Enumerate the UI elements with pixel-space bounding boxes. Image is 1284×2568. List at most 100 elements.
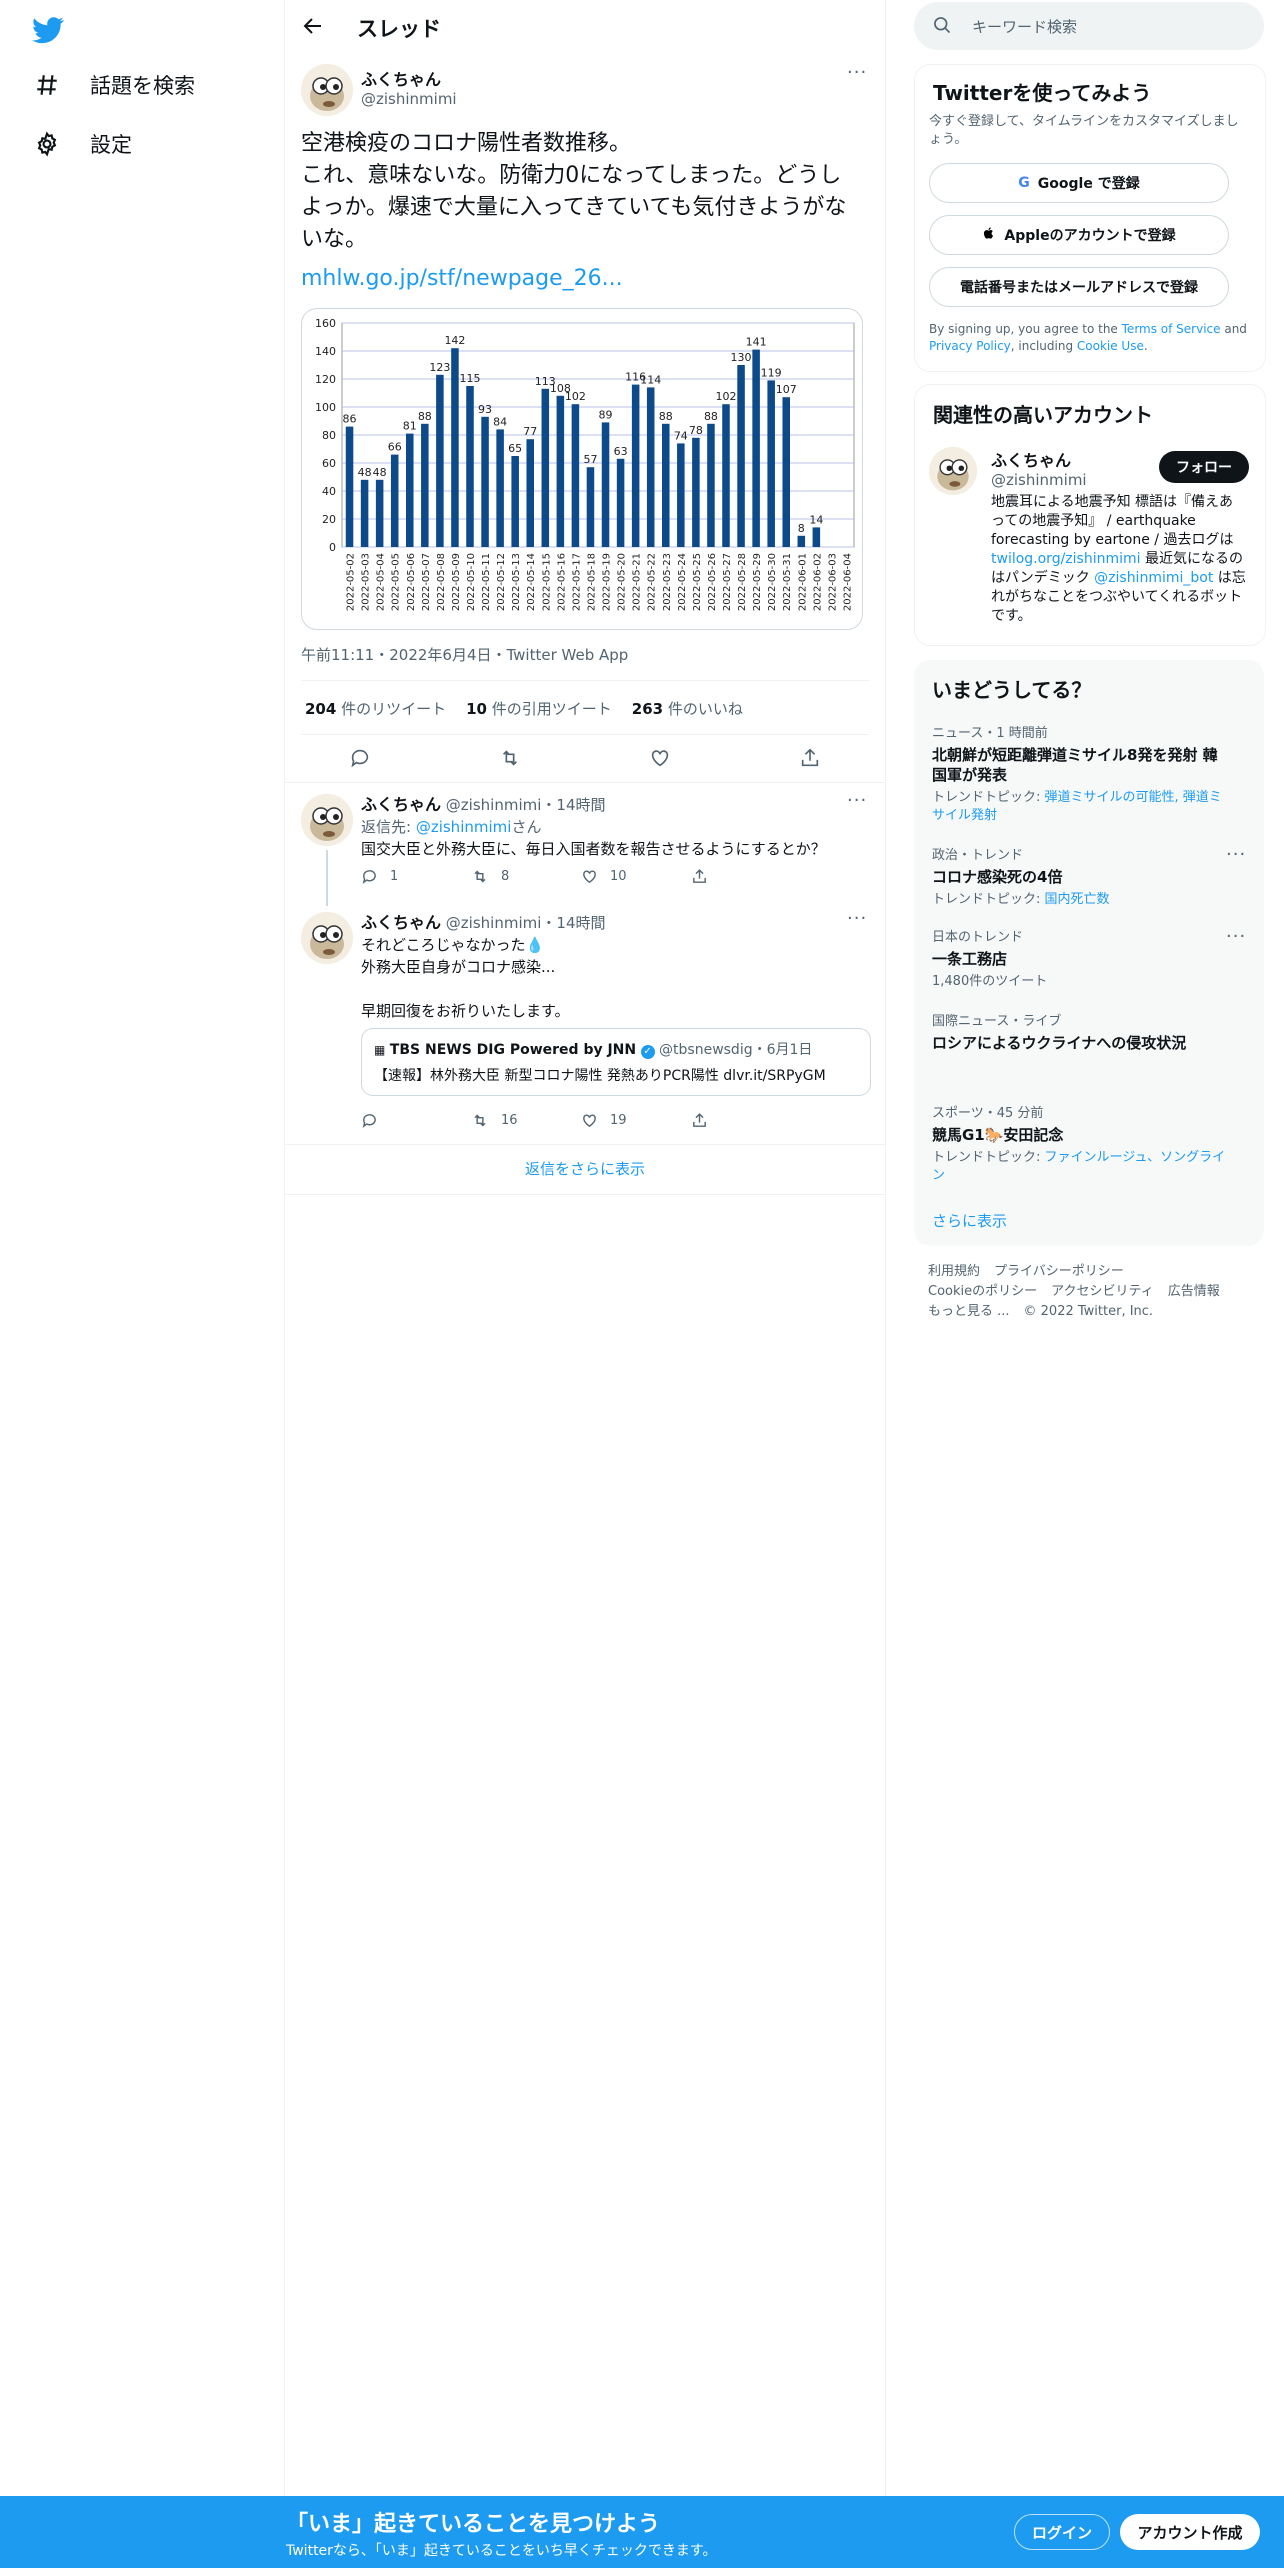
x-tick-label: 2022-06-01: [797, 553, 808, 611]
bio-mention[interactable]: @zishinmimi_bot: [1094, 570, 1213, 586]
footer-accessibility-link[interactable]: アクセシビリティ: [1051, 1284, 1154, 1299]
data-label: 102: [565, 390, 586, 403]
reply-tweet[interactable]: ふくちゃん @zishinmimi・14時間 返信先: @zishinmimiさ…: [285, 782, 885, 906]
more-options-icon[interactable]: ···: [847, 908, 867, 929]
data-label: 88: [418, 410, 432, 423]
bio-link[interactable]: twilog.org/zishinmimi: [991, 551, 1141, 567]
trend-item[interactable]: スポーツ・45 分前 競馬G1🐎安田記念 トレンドトピック: ファインルージュ、…: [932, 1102, 1232, 1185]
chart-bar: [466, 386, 474, 547]
x-tick-label: 2022-05-22: [647, 553, 658, 611]
avatar[interactable]: [301, 912, 353, 964]
related-panel-title: 関連性の高いアカウント: [933, 403, 1153, 427]
google-signup-button[interactable]: G Google で登録: [929, 163, 1229, 203]
footer-privacy-link[interactable]: プライバシーポリシー: [994, 1264, 1124, 1279]
avatar[interactable]: [301, 794, 353, 846]
chart-image[interactable]: 0 20 40 60 80 100 120 140 160 86 2022-05-02 48 2022-…: [301, 308, 863, 630]
like-icon: [583, 1114, 596, 1128]
x-tick-label: 2022-05-18: [586, 553, 597, 611]
twitter-logo-icon[interactable]: [32, 14, 64, 46]
x-tick-label: 2022-05-17: [571, 553, 582, 611]
show-more-replies-link[interactable]: 返信をさらに表示: [285, 1158, 885, 1179]
x-tick-label: 2022-05-19: [602, 553, 613, 611]
footer-copyright: © 2022 Twitter, Inc.: [1023, 1304, 1154, 1319]
x-tick-label: 2022-05-05: [391, 553, 402, 611]
quoted-tweet[interactable]: ▦ TBS NEWS DIG Powered by JNN ✓ @tbsnews…: [361, 1028, 871, 1096]
search-input[interactable]: キーワード検索: [972, 16, 1077, 37]
retweet-button[interactable]: 8: [471, 868, 581, 885]
reply-time[interactable]: ・14時間: [541, 796, 605, 814]
retweet-button[interactable]: 16: [471, 1112, 581, 1129]
footer-links: 利用規約 プライバシーポリシー Cookieのポリシー アクセシビリティ 広告情報 も…: [928, 1262, 1258, 1322]
cookie-link[interactable]: Cookie Use: [1077, 339, 1144, 353]
x-tick-label: 2022-05-16: [556, 553, 567, 611]
chart-bar: [571, 404, 580, 547]
chart-bar: [692, 437, 700, 547]
search-box[interactable]: キーワード検索: [914, 2, 1264, 50]
bar-chart: 0 20 40 60 80 100 120 140 160 86 2022-05-02 48 2022-…: [315, 317, 855, 611]
tweet-author[interactable]: ふくちゃん @zishinmimi: [361, 66, 457, 108]
x-tick-label: 2022-06-03: [827, 553, 838, 611]
related-account-name[interactable]: ふくちゃん: [991, 447, 1087, 471]
follow-button[interactable]: フォロー: [1159, 451, 1249, 483]
footer-more-link[interactable]: もっと見る ...: [928, 1304, 1010, 1319]
x-tick-label: 2022-05-04: [376, 553, 387, 611]
nav-explore[interactable]: 話題を検索: [32, 70, 195, 100]
like-icon[interactable]: [646, 744, 674, 772]
nav-settings[interactable]: 設定: [32, 129, 132, 159]
trend-item[interactable]: 国際ニュース・ライブ ロシアによるウクライナへの侵攻状況: [932, 1010, 1232, 1053]
avatar[interactable]: [929, 447, 977, 495]
y-tick-label: 0: [329, 541, 336, 554]
tweet-link[interactable]: mhlw.go.jp/stf/newpage_26...: [301, 266, 623, 291]
like-button[interactable]: 19: [581, 1112, 691, 1129]
apple-signup-button[interactable]: Appleのアカウントで登録: [929, 215, 1229, 255]
reply-author-name[interactable]: ふくちゃん: [361, 913, 441, 932]
reply-button[interactable]: 1: [361, 868, 471, 885]
chart-bar: [616, 458, 625, 547]
tweet-timestamp[interactable]: 午前11:11・2022年6月4日・Twitter Web App: [301, 644, 628, 665]
chart-bar: [390, 454, 399, 547]
quote-source-name: TBS NEWS DIG Powered by JNN: [389, 1042, 637, 1058]
data-label: 48: [358, 466, 372, 479]
reply-time[interactable]: ・14時間: [541, 914, 605, 932]
y-tick-label: 140: [315, 345, 336, 358]
x-tick-label: 2022-05-13: [511, 553, 522, 611]
trend-item[interactable]: ニュース・1 時間前 北朝鮮が短距離弾道ミサイル8発を発射 韓国軍が発表 トレン…: [932, 722, 1232, 825]
likes-stat[interactable]: 263 件のいいね: [632, 698, 743, 719]
footer-cookie-link[interactable]: Cookieのポリシー: [928, 1284, 1037, 1299]
terms-link[interactable]: Terms of Service: [1122, 322, 1221, 336]
phone-email-signup-button[interactable]: 電話番号またはメールアドレスで登録: [929, 267, 1229, 307]
more-options-icon[interactable]: ···: [847, 790, 867, 811]
x-tick-label: 2022-05-02: [346, 553, 357, 611]
trend-item[interactable]: 政治・トレンド コロナ感染死の4倍 トレンドトピック: 国内死亡数: [932, 844, 1232, 909]
login-button[interactable]: ログイン: [1014, 2514, 1110, 2550]
avatar[interactable]: [301, 64, 353, 116]
more-options-icon[interactable]: ···: [847, 62, 867, 83]
related-account-handle: @zishinmimi: [991, 471, 1087, 489]
share-button[interactable]: [691, 868, 801, 885]
privacy-link[interactable]: Privacy Policy: [929, 339, 1011, 353]
retweets-stat[interactable]: 204 件のリツイート: [305, 698, 446, 719]
trend-item[interactable]: 日本のトレンド 一条工務店 1,480件のツイート: [932, 926, 1232, 991]
data-label: 8: [798, 522, 805, 535]
show-more-trends-link[interactable]: さらに表示: [932, 1210, 1007, 1231]
left-navigation: 話題を検索 設定: [0, 0, 285, 2496]
more-options-icon[interactable]: ···: [1226, 926, 1246, 947]
reply-to-handle[interactable]: @zishinmimi: [416, 818, 512, 836]
reply-icon[interactable]: [346, 744, 374, 772]
retweet-icon[interactable]: [496, 744, 524, 772]
back-arrow-icon[interactable]: [301, 14, 327, 40]
reply-button[interactable]: [361, 1112, 471, 1129]
share-icon: [693, 869, 706, 883]
share-icon[interactable]: [796, 744, 824, 772]
x-tick-label: 2022-05-08: [436, 553, 447, 611]
reply-tweet[interactable]: ふくちゃん @zishinmimi・14時間 それどころじゃなかった💧 外務大臣…: [285, 900, 885, 1144]
chart-bar: [451, 348, 459, 547]
share-button[interactable]: [691, 1112, 801, 1129]
footer-terms-link[interactable]: 利用規約: [928, 1264, 980, 1279]
footer-ads-link[interactable]: 広告情報: [1168, 1284, 1220, 1299]
like-button[interactable]: 10: [581, 868, 691, 885]
signup-button[interactable]: アカウント作成: [1120, 2514, 1260, 2550]
more-options-icon[interactable]: ···: [1226, 844, 1246, 865]
quotes-stat[interactable]: 10 件の引用ツイート: [466, 698, 612, 719]
reply-author-name[interactable]: ふくちゃん: [361, 795, 441, 814]
